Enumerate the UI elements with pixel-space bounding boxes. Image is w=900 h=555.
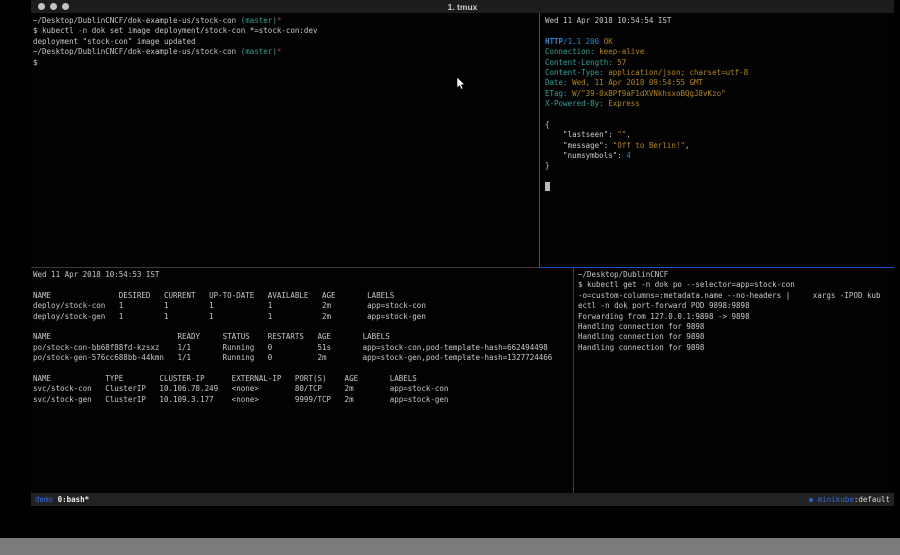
terminal-line: $ — [33, 58, 538, 68]
terminal-line: "lastseen": "", — [545, 130, 892, 140]
terminal-line: svc/stock-gen ClusterIP 10.109.3.177 <no… — [33, 395, 572, 405]
tmux-status-bar: demo 0:bash* ◉ minikube:default — [31, 493, 894, 506]
terminal-line: Handling connection for 9898 — [578, 343, 892, 353]
pane-divider-vertical-bottom[interactable] — [573, 268, 574, 493]
terminal-line — [545, 110, 892, 120]
terminal-line: NAME READY STATUS RESTARTS AGE LABELS — [33, 332, 572, 342]
terminal-line: deploy/stock-con 1 1 1 1 2m app=stock-co… — [33, 301, 572, 311]
terminal-line — [33, 322, 572, 332]
terminal-line: "message": "Off to Berlin!", — [545, 141, 892, 151]
close-button[interactable] — [38, 3, 45, 10]
terminal-line: } — [545, 161, 892, 171]
terminal-line: Date: Wed, 11 Apr 2018 09:54:55 GMT — [545, 78, 892, 88]
terminal-line: Wed 11 Apr 2018 10:54:53 IST — [33, 270, 572, 280]
pane-divider-horizontal-left[interactable] — [31, 267, 539, 268]
pane-divider-horizontal-right-active[interactable] — [539, 267, 894, 268]
terminal-pane-bottom-left[interactable]: Wed 11 Apr 2018 10:54:53 IST NAME DESIRE… — [33, 270, 572, 405]
terminal-line: ETag: W/"39-0xBPf9aF1dXVNkhsxoBQgJ8vKzo" — [545, 89, 892, 99]
terminal-line: deploy/stock-gen 1 1 1 1 2m app=stock-ge… — [33, 312, 572, 322]
terminal-line: HTTP/1.1 200 OK — [545, 37, 892, 47]
session-name: demo — [35, 495, 53, 504]
terminal-line: $ kubectl -n dok set image deployment/st… — [33, 26, 538, 36]
terminal-line: ~/Desktop/DublinCNCF/dok-example-us/stoc… — [33, 16, 538, 26]
terminal-line: ~/Desktop/DublinCNCF/dok-example-us/stoc… — [33, 47, 538, 57]
desktop-bottom-band — [0, 538, 900, 555]
traffic-lights — [38, 3, 69, 10]
window-titlebar: 1. tmux — [31, 0, 894, 13]
terminal-line: Handling connection for 9898 — [578, 322, 892, 332]
terminal-line — [33, 364, 572, 374]
terminal-pane-top-right[interactable]: Wed 11 Apr 2018 10:54:54 IST HTTP/1.1 20… — [545, 16, 892, 193]
terminal-line: po/stock-con-bb68f88fd-kzsxz 1/1 Running… — [33, 343, 572, 353]
mouse-pointer — [456, 77, 465, 90]
window-title: 1. tmux — [448, 2, 478, 12]
terminal-line: "numsymbols": 4 — [545, 151, 892, 161]
terminal-line: Connection: keep-alive — [545, 47, 892, 57]
kube-context: minikube — [813, 495, 854, 504]
terminal-line — [545, 182, 892, 192]
terminal-line: NAME DESIRED CURRENT UP-TO-DATE AVAILABL… — [33, 291, 572, 301]
terminal-line: Forwarding from 127.0.0.1:9898 -> 9898 — [578, 312, 892, 322]
terminal-line: Wed 11 Apr 2018 10:54:54 IST — [545, 16, 892, 26]
terminal-line: Content-Length: 57 — [545, 58, 892, 68]
terminal-line: { — [545, 120, 892, 130]
terminal-line: Content-Type: application/json; charset=… — [545, 68, 892, 78]
zoom-button[interactable] — [62, 3, 69, 10]
status-left: demo 0:bash* — [35, 493, 89, 506]
terminal-line: po/stock-gen-576cc688bb-44kmn 1/1 Runnin… — [33, 353, 572, 363]
terminal-line: ~/Desktop/DublinCNCF — [578, 270, 892, 280]
terminal-line — [545, 172, 892, 182]
terminal-line: X-Powered-By: Express — [545, 99, 892, 109]
terminal-line — [33, 280, 572, 290]
terminal-line: ectl -n dok port-forward POD 9898:9898 — [578, 301, 892, 311]
pane-divider-vertical-top[interactable] — [539, 13, 540, 267]
terminal-line: svc/stock-con ClusterIP 10.106.78.249 <n… — [33, 384, 572, 394]
window-tab-bash[interactable]: 0:bash* — [53, 495, 89, 504]
status-right: ◉ minikube:default — [809, 493, 890, 506]
kube-namespace: :default — [854, 495, 890, 504]
minimize-button[interactable] — [50, 3, 57, 10]
desktop: 1. tmux ~/Desktop/DublinCNCF/dok-example… — [0, 0, 900, 555]
terminal-line: -o=custom-columns=:metadata.name --no-he… — [578, 291, 892, 301]
terminal-pane-bottom-right[interactable]: ~/Desktop/DublinCNCF$ kubectl get -n dok… — [578, 270, 892, 353]
terminal-window: 1. tmux ~/Desktop/DublinCNCF/dok-example… — [31, 0, 894, 506]
terminal-line: $ kubectl get -n dok po --selector=app=s… — [578, 280, 892, 290]
terminal-line: Handling connection for 9898 — [578, 332, 892, 342]
terminal-pane-top-left[interactable]: ~/Desktop/DublinCNCF/dok-example-us/stoc… — [33, 16, 538, 68]
terminal-line — [545, 26, 892, 36]
terminal-line: deployment "stock-con" image updated — [33, 37, 538, 47]
terminal-line: NAME TYPE CLUSTER-IP EXTERNAL-IP PORT(S)… — [33, 374, 572, 384]
